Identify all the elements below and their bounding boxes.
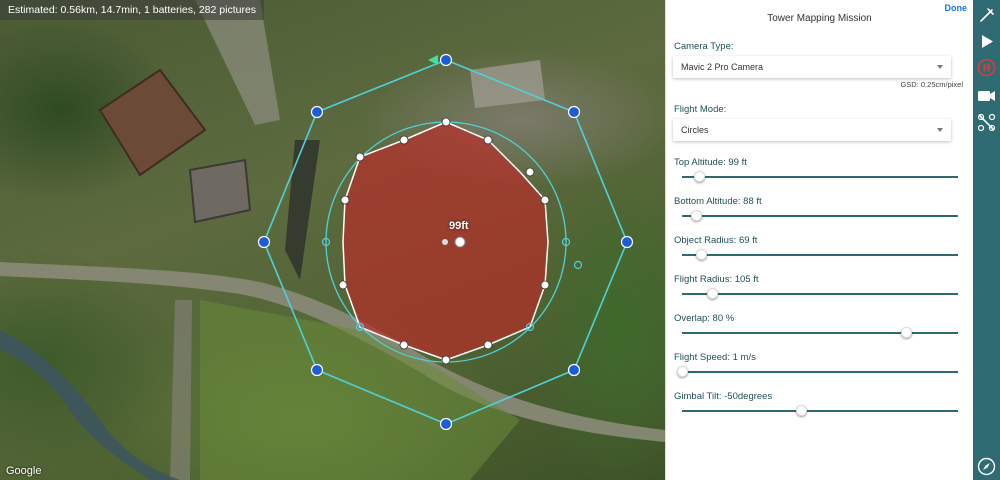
map-imagery	[0, 0, 665, 480]
gimbal-tilt-label: Gimbal Tilt: -50degrees	[674, 391, 773, 402]
tool-rail	[973, 0, 1000, 480]
play-icon[interactable]	[976, 31, 997, 52]
camera-type-value: Mavic 2 Pro Camera	[681, 62, 764, 72]
drone-off-icon[interactable]	[976, 112, 997, 133]
map-view[interactable]: Estimated: 0.56km, 14.7min, 1 batteries,…	[0, 0, 665, 480]
flight-speed-slider[interactable]	[677, 366, 958, 378]
compass-icon[interactable]	[976, 456, 997, 477]
wrench-icon[interactable]	[976, 5, 997, 26]
slider-thumb[interactable]	[795, 405, 807, 416]
overlap-label: Overlap: 80 %	[674, 313, 735, 324]
pause-icon[interactable]	[976, 57, 997, 78]
done-button[interactable]: Done	[945, 3, 968, 13]
slider-thumb[interactable]	[677, 366, 688, 377]
top-altitude-slider[interactable]	[682, 171, 958, 183]
slider-track	[682, 254, 958, 256]
slider-track	[682, 410, 958, 412]
flight-mode-select[interactable]: Circles	[673, 119, 951, 141]
gsd-note: GSD: 0.25cm/pixel	[900, 80, 963, 89]
flight-speed-label: Flight Speed: 1 m/s	[674, 352, 756, 363]
top-altitude-label: Top Altitude: 99 ft	[674, 157, 747, 168]
slider-thumb[interactable]	[693, 171, 705, 182]
mission-settings-panel: Done Tower Mapping Mission Camera Type: …	[665, 0, 973, 480]
slider-thumb[interactable]	[900, 327, 912, 338]
slider-track	[682, 332, 958, 334]
slider-thumb[interactable]	[696, 249, 708, 260]
bottom-altitude-label: Bottom Altitude: 88 ft	[674, 196, 762, 207]
gimbal-tilt-slider[interactable]	[682, 405, 958, 417]
google-attribution: Google	[6, 465, 42, 477]
flight-radius-label: Flight Radius: 105 ft	[674, 274, 759, 285]
slider-track	[682, 215, 958, 217]
object-radius-slider[interactable]	[682, 249, 958, 261]
slider-track	[682, 176, 958, 178]
camera-type-label: Camera Type:	[674, 41, 734, 52]
chevron-down-icon	[937, 65, 943, 69]
camera-type-select[interactable]: Mavic 2 Pro Camera	[673, 56, 951, 78]
slider-track	[682, 293, 958, 295]
chevron-down-icon	[937, 128, 943, 132]
slider-track	[682, 371, 958, 373]
overlap-slider[interactable]	[682, 327, 958, 339]
flight-mode-value: Circles	[681, 125, 709, 135]
flight-radius-slider[interactable]	[682, 288, 958, 300]
mission-estimate: Estimated: 0.56km, 14.7min, 1 batteries,…	[0, 0, 265, 20]
slider-thumb[interactable]	[707, 288, 719, 299]
slider-thumb[interactable]	[690, 210, 702, 221]
bottom-altitude-slider[interactable]	[682, 210, 958, 222]
video-camera-icon[interactable]	[976, 85, 997, 106]
altitude-label: 99ft	[449, 220, 469, 232]
flight-mode-label: Flight Mode:	[674, 104, 727, 115]
panel-title: Tower Mapping Mission	[767, 13, 872, 24]
object-radius-label: Object Radius: 69 ft	[674, 235, 758, 246]
